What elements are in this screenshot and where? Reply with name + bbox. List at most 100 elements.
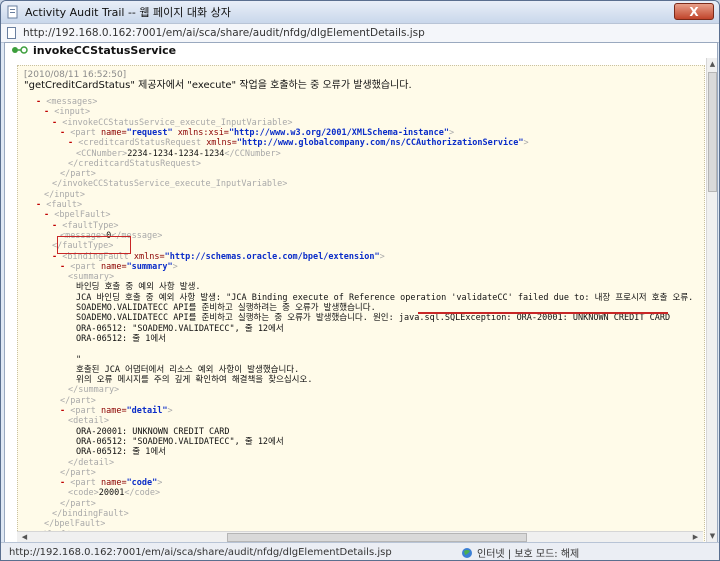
collapse-toggle[interactable]: - (60, 406, 70, 416)
collapse-toggle[interactable]: - (36, 97, 46, 107)
xml-line: SOADEMO.VALIDATECC API를 준비하고 실행하려는 중 오류가… (76, 303, 376, 313)
xml-token: SOADEMO.VALIDATECC API를 준비하고 실행하는 중 오류가 … (76, 313, 671, 324)
collapse-toggle[interactable]: - (44, 210, 54, 220)
timestamp: [2010/08/11 16:52:50] (24, 70, 127, 80)
xml-line: - <creditcardStatusRequest xmlns="http:/… (68, 138, 529, 148)
xml-line: " (76, 355, 81, 365)
xml-line: 위의 오류 메시지를 주의 깊게 확인하여 해결책을 찾으십시오. (76, 375, 312, 385)
xml-token: 20001 (98, 488, 125, 499)
xml-token: <faultType> (62, 220, 119, 231)
xml-token: "detail" (126, 406, 168, 416)
xml-line: </bpelFault> (44, 519, 105, 529)
xml-token: </part> (60, 498, 96, 509)
xml-line: - <messages> (36, 97, 97, 107)
xml-token: </bindingFault> (52, 509, 129, 519)
xml-token: <part (70, 127, 101, 138)
xml-token: > (157, 478, 163, 489)
xml-token: 호출된 JCA 어댑터에서 리소스 예외 사항이 발생했습니다. (76, 364, 300, 375)
binding-fault-highlight (57, 236, 131, 254)
collapse-toggle[interactable]: - (52, 221, 62, 231)
panel-header: invokeCCStatusService (5, 43, 717, 57)
xml-line: ORA-06512: "SOADEMO.VALIDATECC", 줄 12에서 (76, 437, 284, 447)
xml-line: </input> (44, 190, 85, 200)
xml-line: <detail> (68, 416, 109, 426)
xml-token: <summary> (68, 272, 115, 283)
vertical-scrollbar[interactable]: ▲ ▼ (706, 58, 717, 543)
xml-line: </part> (60, 468, 96, 478)
xml-line: </part> (60, 396, 96, 406)
details-panel: [2010/08/11 16:52:50] "getCreditCardStat… (17, 65, 705, 543)
xml-token: <input> (54, 107, 91, 118)
xml-line: </creditcardStatusRequest> (68, 159, 201, 169)
xml-line: - <fault> (36, 200, 82, 210)
xml-token: ORA-06512: "SOADEMO.VALIDATECC", 줄 12에서 (76, 323, 284, 334)
collapse-toggle[interactable]: - (52, 118, 62, 128)
xml-line: </part> (60, 169, 96, 179)
page-icon (6, 5, 20, 19)
xml-line: - <invokeCCStatusService_execute_InputVa… (52, 118, 293, 128)
scroll-up-icon[interactable]: ▲ (708, 59, 717, 70)
xml-token: </part> (60, 169, 96, 180)
window-title: Activity Audit Trail -- 웹 페이지 대화 상자 (25, 6, 231, 19)
xml-line: SOADEMO.VALIDATECC API를 준비하고 실행하는 중 오류가 … (76, 313, 670, 323)
xml-line: ORA-06512: 줄 1에서 (76, 334, 166, 344)
xml-token: </part> (60, 467, 96, 478)
xml-token: 바인딩 호출 중 예외 사항 발생. (76, 282, 201, 293)
status-bar: http://192.168.0.162:7001/em/ai/sca/shar… (1, 542, 719, 560)
xml-line: - <part name="detail"> (60, 406, 173, 416)
xml-token: <part (70, 261, 101, 272)
address-bar: http://192.168.0.162:7001/em/ai/sca/shar… (1, 23, 719, 43)
xml-line: 호출된 JCA 어댑터에서 리소스 예외 사항이 발생했습니다. (76, 365, 299, 375)
xml-line: </detail> (68, 458, 114, 468)
xml-token: > (167, 406, 173, 416)
xml-line: <CCNumber>2234-1234-1234-1234</CCNumber> (76, 149, 281, 159)
xml-token: "code" (126, 478, 158, 489)
xml-token: ORA-06512: 줄 1에서 (76, 447, 166, 458)
scroll-down-icon[interactable]: ▼ (708, 531, 717, 542)
xml-token: SOADEMO.VALIDATECC API를 준비하고 실행하려는 중 오류가… (76, 303, 376, 313)
title-bar[interactable]: Activity Audit Trail -- 웹 페이지 대화 상자 X (1, 1, 719, 23)
dialog-window: Activity Audit Trail -- 웹 페이지 대화 상자 X ht… (0, 0, 720, 561)
xml-token: </creditcardStatusRequest> (68, 158, 202, 169)
horizontal-scroll-thumb[interactable] (227, 533, 527, 542)
service-icon (11, 44, 29, 56)
xml-token: <fault> (46, 200, 83, 210)
xml-token: name= (100, 478, 127, 489)
scroll-right-icon[interactable]: ▶ (690, 533, 701, 542)
xml-token: </CCNumber> (224, 148, 281, 159)
collapse-toggle[interactable]: - (60, 128, 70, 138)
xml-line: JCA 바인딩 호출 중 예외 사항 발생: "JCA Binding exec… (76, 293, 693, 303)
xml-token: "request" (126, 127, 178, 138)
xml-line: - <faultType> (52, 221, 119, 231)
xml-token: </detail> (68, 457, 115, 468)
close-button[interactable]: X (674, 3, 714, 20)
collapse-toggle[interactable]: - (68, 138, 78, 148)
xml-token: <detail> (68, 416, 109, 427)
xml-token: <part (70, 478, 101, 489)
vertical-scroll-thumb[interactable] (708, 72, 717, 192)
xml-token: 위의 오류 메시지를 주의 깊게 확인하여 해결책을 찾으십시오. (76, 375, 313, 386)
page-icon (6, 27, 18, 39)
xml-token: <bpelFault> (54, 210, 111, 221)
xml-token: > (523, 138, 529, 149)
xml-token: JCA 바인딩 호출 중 예외 사항 발생: "JCA Binding exec… (76, 292, 694, 303)
xml-token: name= (100, 406, 127, 416)
xml-token: "http://schemas.oracle.com/bpel/extensio… (164, 251, 380, 262)
xml-token: ORA-06512: 줄 1에서 (76, 333, 166, 344)
xml-token: </bpelFault> (44, 519, 106, 530)
xml-token: name= (100, 261, 127, 272)
xml-token: </invokeCCStatusService_execute_InputVar… (52, 179, 288, 190)
panel-title: invokeCCStatusService (33, 43, 177, 57)
xml-token: </input> (44, 189, 85, 200)
collapse-toggle[interactable]: - (60, 262, 70, 272)
xml-line: - <part name="summary"> (60, 262, 178, 272)
scroll-left-icon[interactable]: ◀ (19, 533, 30, 542)
xml-token: ORA-20001: UNKNOWN CREDIT CARD (76, 426, 230, 437)
security-zone[interactable]: 인터넷 | 보호 모드: 해제 (461, 545, 579, 560)
collapse-toggle[interactable]: - (36, 200, 46, 210)
collapse-toggle[interactable]: - (60, 478, 70, 488)
xml-token: <part (70, 406, 101, 416)
collapse-toggle[interactable]: - (44, 107, 54, 117)
xml-token: </code> (124, 488, 161, 499)
status-url: http://192.168.0.162:7001/em/ai/sca/shar… (9, 546, 392, 558)
